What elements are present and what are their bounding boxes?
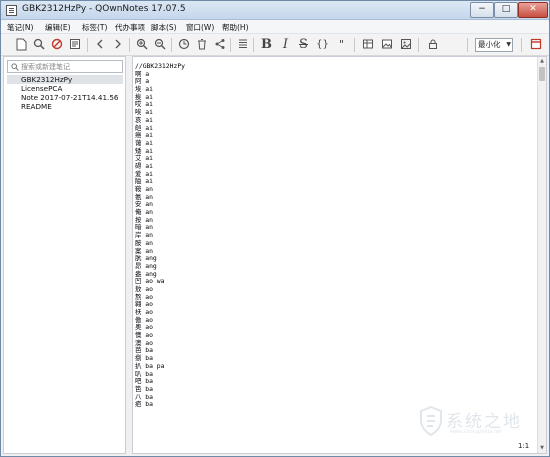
toolbar-separator bbox=[87, 38, 88, 52]
scroll-up-icon[interactable]: ▲ bbox=[538, 57, 546, 66]
share-icon[interactable] bbox=[211, 36, 228, 53]
back-icon[interactable] bbox=[91, 36, 108, 53]
close-button[interactable]: ✕ bbox=[518, 2, 548, 18]
note-editor[interactable]: //GBK2312HzPy 啊 a阿 a埃 ai 挨 ai 哎 ai 唉 ai 哀 ai 皑… bbox=[132, 56, 547, 454]
menu-todo[interactable]: 代办事项 bbox=[115, 22, 145, 33]
shield-icon bbox=[420, 406, 442, 436]
toolbar-separator bbox=[418, 38, 419, 52]
insert-image-icon[interactable] bbox=[397, 36, 414, 53]
watermark-subtext: www.xitongzhijia.net bbox=[450, 429, 502, 435]
new-note-icon[interactable] bbox=[12, 36, 29, 53]
menu-bar: 笔记(N) 编辑(E) 标签(T) 代办事项 脚本(S) 窗口(W) 帮助(H) bbox=[1, 20, 549, 34]
minimize-button[interactable]: − bbox=[470, 2, 494, 18]
editor-line: 疤 ba bbox=[135, 400, 153, 409]
toolbar-separator bbox=[171, 38, 172, 52]
app-window: GBK2312HzPy - QOwnNotes 17.07.5 − □ ✕ 笔记… bbox=[0, 0, 550, 457]
scroll-down-icon[interactable]: ▼ bbox=[538, 444, 546, 453]
code-block-icon[interactable]: {} bbox=[314, 36, 331, 53]
zoom-out-icon[interactable] bbox=[151, 36, 168, 53]
italic-icon[interactable]: I bbox=[277, 36, 294, 53]
search-icon bbox=[11, 63, 19, 71]
cursor-position: 1:1 bbox=[518, 442, 530, 450]
menu-script[interactable]: 脚本(S) bbox=[151, 22, 177, 33]
editor-text[interactable]: //GBK2312HzPy 啊 a阿 a埃 ai 挨 ai 哎 ai 唉 ai 哀 ai 皑… bbox=[135, 62, 185, 409]
find-icon[interactable] bbox=[30, 36, 47, 53]
list-item[interactable]: LicensePCA bbox=[7, 84, 123, 93]
menu-help[interactable]: 帮助(H) bbox=[222, 22, 249, 33]
toolbar-separator bbox=[467, 38, 468, 52]
toolbar-separator bbox=[129, 38, 130, 52]
toolbar: B I S {} " 最小化 ▼ bbox=[1, 34, 549, 56]
zoom-select-value: 最小化 bbox=[478, 40, 501, 49]
menu-tags[interactable]: 标签(T) bbox=[82, 22, 107, 33]
remove-icon[interactable] bbox=[48, 36, 65, 53]
note-list-panel: GBK2312HzPy LicensePCA Note 2017-07-21T1… bbox=[3, 56, 126, 454]
list-item[interactable]: GBK2312HzPy bbox=[7, 75, 123, 84]
toolbar-separator bbox=[354, 38, 355, 52]
menu-window[interactable]: 窗口(W) bbox=[186, 22, 214, 33]
image-icon[interactable] bbox=[378, 36, 395, 53]
watermark: 系统之地 www.xitongzhijia.net bbox=[419, 404, 547, 438]
chevron-down-icon: ▼ bbox=[506, 41, 511, 48]
title-bar: GBK2312HzPy - QOwnNotes 17.07.5 − □ ✕ bbox=[1, 1, 549, 20]
quote-icon[interactable]: " bbox=[333, 36, 350, 53]
list-item[interactable]: README bbox=[7, 102, 123, 111]
window-title: GBK2312HzPy - QOwnNotes 17.07.5 bbox=[22, 4, 186, 14]
zoom-in-icon[interactable] bbox=[133, 36, 150, 53]
maximize-button[interactable]: □ bbox=[494, 2, 518, 18]
search-box[interactable] bbox=[7, 60, 123, 73]
format-icon[interactable] bbox=[234, 36, 251, 53]
trash-icon[interactable] bbox=[193, 36, 210, 53]
list-item[interactable]: Note 2017-07-21T14.41.56 bbox=[7, 93, 123, 102]
zoom-select[interactable]: 最小化 ▼ bbox=[475, 38, 513, 52]
toolbar-separator bbox=[230, 38, 231, 52]
strikethrough-icon[interactable]: S bbox=[295, 36, 312, 53]
bold-icon[interactable]: B bbox=[258, 36, 275, 53]
scrollbar-thumb[interactable] bbox=[539, 67, 545, 81]
note-list-icon[interactable] bbox=[66, 36, 83, 53]
close-app-icon[interactable] bbox=[527, 36, 544, 53]
menu-note[interactable]: 笔记(N) bbox=[7, 22, 33, 33]
toolbar-separator bbox=[521, 38, 522, 52]
note-list: GBK2312HzPy LicensePCA Note 2017-07-21T1… bbox=[7, 75, 123, 111]
menu-edit[interactable]: 编辑(E) bbox=[45, 22, 71, 33]
forward-icon[interactable] bbox=[109, 36, 126, 53]
clock-icon[interactable] bbox=[175, 36, 192, 53]
toolbar-separator bbox=[253, 38, 254, 52]
app-icon bbox=[6, 5, 17, 16]
table-icon[interactable] bbox=[359, 36, 376, 53]
lock-icon[interactable] bbox=[424, 36, 441, 53]
vertical-scrollbar[interactable]: ▲ ▼ bbox=[537, 57, 546, 453]
search-input[interactable] bbox=[21, 62, 121, 72]
